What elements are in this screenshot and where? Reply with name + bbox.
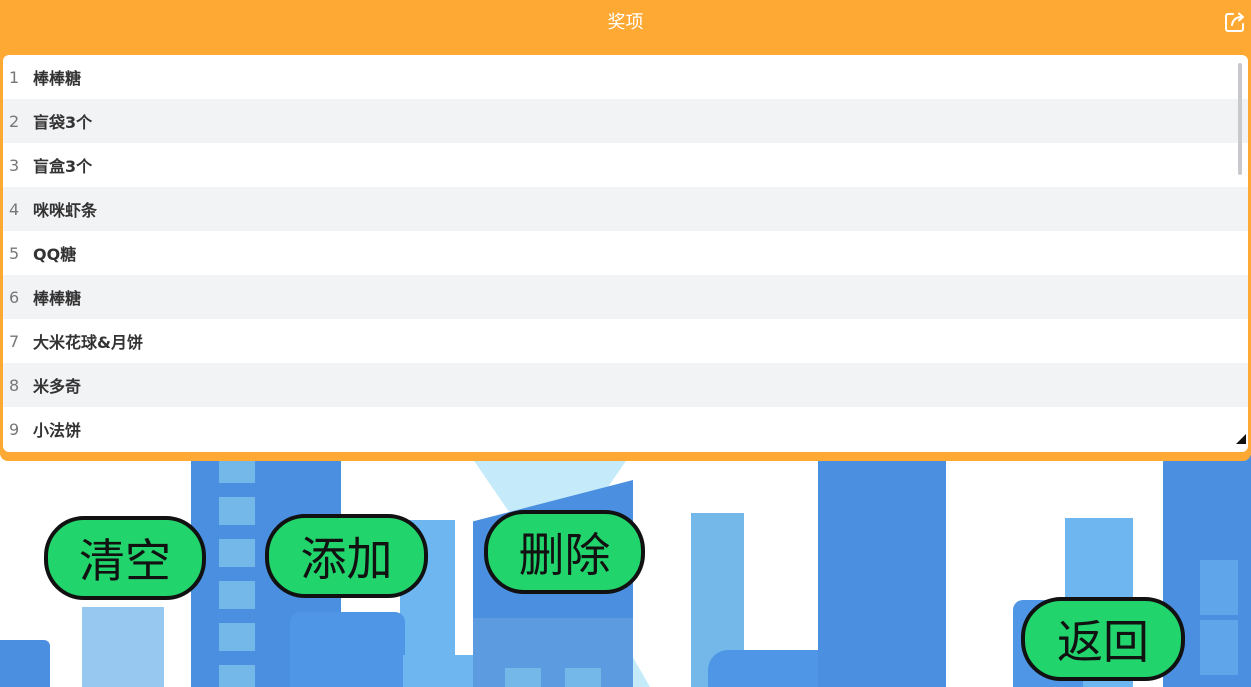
prize-name: 棒棒糖 [33, 69, 82, 88]
list-item[interactable]: 6 棒棒糖 [3, 275, 1248, 319]
building-windows [1200, 560, 1238, 615]
list-item[interactable]: 7 大米花球&月饼 [3, 319, 1248, 363]
back-button[interactable]: 返回 [1021, 597, 1185, 681]
prize-name: 大米花球&月饼 [33, 333, 143, 352]
building [82, 607, 164, 687]
list-item[interactable]: 9 小法饼 [3, 407, 1248, 451]
building-windows [1200, 620, 1238, 675]
row-number: 8 [9, 375, 20, 395]
resize-handle-icon[interactable] [1236, 434, 1246, 444]
list-item[interactable]: 1 棒棒糖 [3, 55, 1248, 99]
building-windows [505, 668, 541, 687]
prize-name: 盲盒3个 [33, 157, 93, 176]
list-item[interactable]: 8 米多奇 [3, 363, 1248, 407]
add-button[interactable]: 添加 [265, 514, 428, 598]
list-item[interactable]: 4 咪咪虾条 [3, 187, 1248, 231]
clear-button[interactable]: 清空 [44, 516, 206, 600]
prize-name: 咪咪虾条 [33, 201, 98, 220]
building-windows [565, 668, 601, 687]
building-windows [219, 455, 255, 687]
row-number: 1 [9, 67, 20, 87]
prize-list[interactable]: 1 棒棒糖 2 盲袋3个 3 盲盒3个 4 咪咪虾条 5 QQ糖 6 棒棒糖 7… [3, 55, 1248, 452]
delete-button[interactable]: 删除 [484, 510, 645, 594]
row-number: 9 [9, 419, 20, 439]
panel-title: 奖项 [607, 12, 644, 33]
row-number: 5 [9, 243, 20, 263]
list-item[interactable]: 5 QQ糖 [3, 231, 1248, 275]
panel-header: 奖项 [0, 0, 1251, 46]
building [290, 612, 405, 687]
prize-name: 小法饼 [33, 421, 82, 440]
row-number: 7 [9, 331, 20, 351]
list-item[interactable]: 2 盲袋3个 [3, 99, 1248, 143]
building [0, 640, 50, 687]
row-number: 3 [9, 155, 20, 175]
prize-name: QQ糖 [33, 245, 77, 264]
prize-name: 米多奇 [33, 377, 82, 396]
scrollbar[interactable] [1238, 63, 1242, 175]
row-number: 2 [9, 111, 20, 131]
prize-name: 棒棒糖 [33, 289, 82, 308]
share-export-icon[interactable] [1223, 10, 1247, 34]
list-item[interactable]: 3 盲盒3个 [3, 143, 1248, 187]
row-number: 6 [9, 287, 20, 307]
prize-name: 盲袋3个 [33, 113, 93, 132]
building [473, 618, 633, 687]
building [818, 455, 946, 687]
row-number: 4 [9, 199, 20, 219]
prize-panel: 奖项 1 棒棒糖 2 盲袋3个 3 盲盒3个 4 咪咪虾条 5 QQ糖 6 棒棒… [0, 0, 1251, 461]
